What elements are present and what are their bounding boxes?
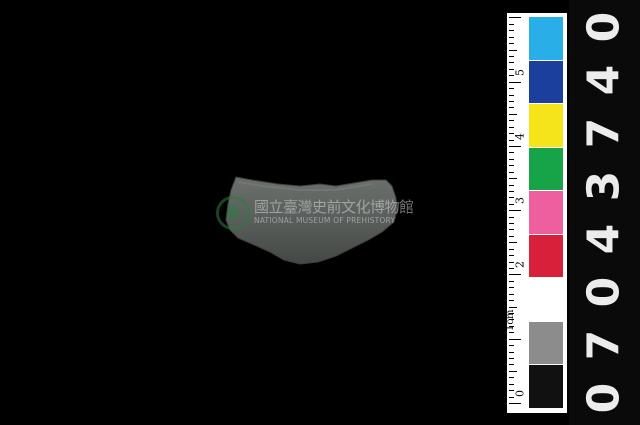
ruler-tick — [509, 158, 514, 160]
ruler-tick — [509, 364, 514, 366]
ruler-tick — [509, 49, 517, 51]
catalog-digit-text: 4 — [578, 223, 630, 255]
ruler-tick — [509, 171, 514, 173]
color-swatch — [529, 60, 563, 104]
color-swatch — [529, 234, 563, 278]
catalog-digit-text: 7 — [578, 117, 630, 149]
ruler-tick — [509, 377, 514, 379]
ruler-tick — [509, 30, 514, 32]
ruler-tick — [509, 287, 514, 289]
ruler-tick — [509, 345, 514, 347]
color-swatch — [529, 365, 563, 408]
museum-watermark: 國立臺灣史前文化博物館 NATIONAL MUSEUM OF PREHISTOR… — [214, 192, 429, 234]
ruler-tick — [509, 370, 517, 372]
ruler-tick — [509, 248, 514, 250]
ruler-tick — [509, 107, 514, 109]
ruler-tick — [509, 23, 514, 25]
ruler-number: 5 — [513, 68, 527, 76]
ruler-tick — [509, 62, 514, 64]
catalog-number-strip: 0 7 0 4 3 7 4 0 — [569, 0, 640, 425]
catalog-digit: 0 — [569, 266, 640, 319]
color-swatch — [529, 191, 563, 234]
ruler-tick — [509, 223, 514, 225]
ruler-tick — [509, 17, 521, 19]
ruler-tick — [509, 43, 514, 45]
ruler-tick — [509, 216, 514, 218]
color-swatch — [529, 17, 563, 60]
ruler-number: 0 — [513, 390, 527, 397]
ruler-number: 6 — [513, 4, 527, 12]
catalog-digit-text: 0 — [578, 276, 630, 308]
ruler-tick — [509, 383, 514, 385]
catalog-digit: 7 — [569, 106, 640, 159]
ruler-tick — [509, 55, 514, 57]
watermark-chinese: 國立臺灣史前文化博物館 — [254, 198, 414, 216]
ruler-tick — [509, 242, 517, 244]
ruler-tick — [509, 165, 514, 167]
catalog-digit: 4 — [569, 213, 640, 266]
ruler-tick — [509, 293, 514, 295]
catalog-digit-text: 4 — [578, 64, 630, 95]
ruler-tick — [509, 88, 514, 90]
color-swatch — [529, 104, 563, 147]
catalog-digit: 7 — [569, 319, 640, 372]
ruler-tick — [509, 36, 514, 38]
ruler-tick — [509, 190, 514, 192]
ruler-tick — [509, 332, 514, 334]
ruler-tick — [509, 152, 514, 154]
museum-logo — [216, 196, 250, 230]
ruler-tick — [509, 81, 521, 83]
ruler-tick — [509, 229, 514, 231]
ruler-tick — [509, 358, 514, 360]
catalog-digit: 3 — [569, 159, 640, 212]
catalog-digit-text: 7 — [578, 330, 630, 361]
catalog-digit-text: 0 — [578, 383, 630, 414]
ruler-tick — [509, 338, 521, 340]
color-swatch — [529, 278, 563, 321]
catalog-digit: 0 — [569, 372, 640, 425]
ruler-tick — [509, 403, 521, 404]
ruler-tick — [509, 274, 521, 276]
ruler-tick — [509, 120, 514, 122]
ruler-tick — [509, 351, 514, 353]
color-swatch — [529, 147, 563, 191]
catalog-digit: 4 — [569, 53, 640, 106]
ruler-tick — [509, 280, 514, 282]
ruler-number: 3 — [513, 197, 527, 205]
watermark-english: NATIONAL MUSEUM OF PREHISTORY — [254, 216, 396, 225]
ruler-tick — [509, 94, 514, 96]
ruler-tick — [509, 255, 514, 257]
catalog-digit: 0 — [569, 0, 640, 53]
ruler-tick — [509, 126, 514, 128]
ruler-number: 2 — [513, 261, 527, 269]
ruler-tick — [509, 113, 517, 115]
ruler-tick — [509, 178, 517, 180]
ruler-tick — [509, 145, 521, 147]
ruler-tick — [509, 306, 517, 308]
ruler-tick — [509, 210, 521, 212]
catalog-digit-text: 0 — [578, 11, 630, 42]
ruler-tick — [509, 235, 514, 237]
photo-stage: 國立臺灣史前文化博物館 NATIONAL MUSEUM OF PREHISTOR… — [0, 0, 640, 425]
color-swatches — [529, 17, 563, 409]
ruler-number: 4 — [513, 132, 527, 140]
color-scale-card: 0 1cm 2 3 4 5 6 — [505, 4, 567, 413]
ruler-tick — [509, 300, 514, 302]
ruler-tick — [509, 100, 514, 102]
ruler-tick — [509, 184, 514, 186]
catalog-digit-text: 3 — [578, 170, 630, 202]
color-swatch — [529, 321, 563, 365]
